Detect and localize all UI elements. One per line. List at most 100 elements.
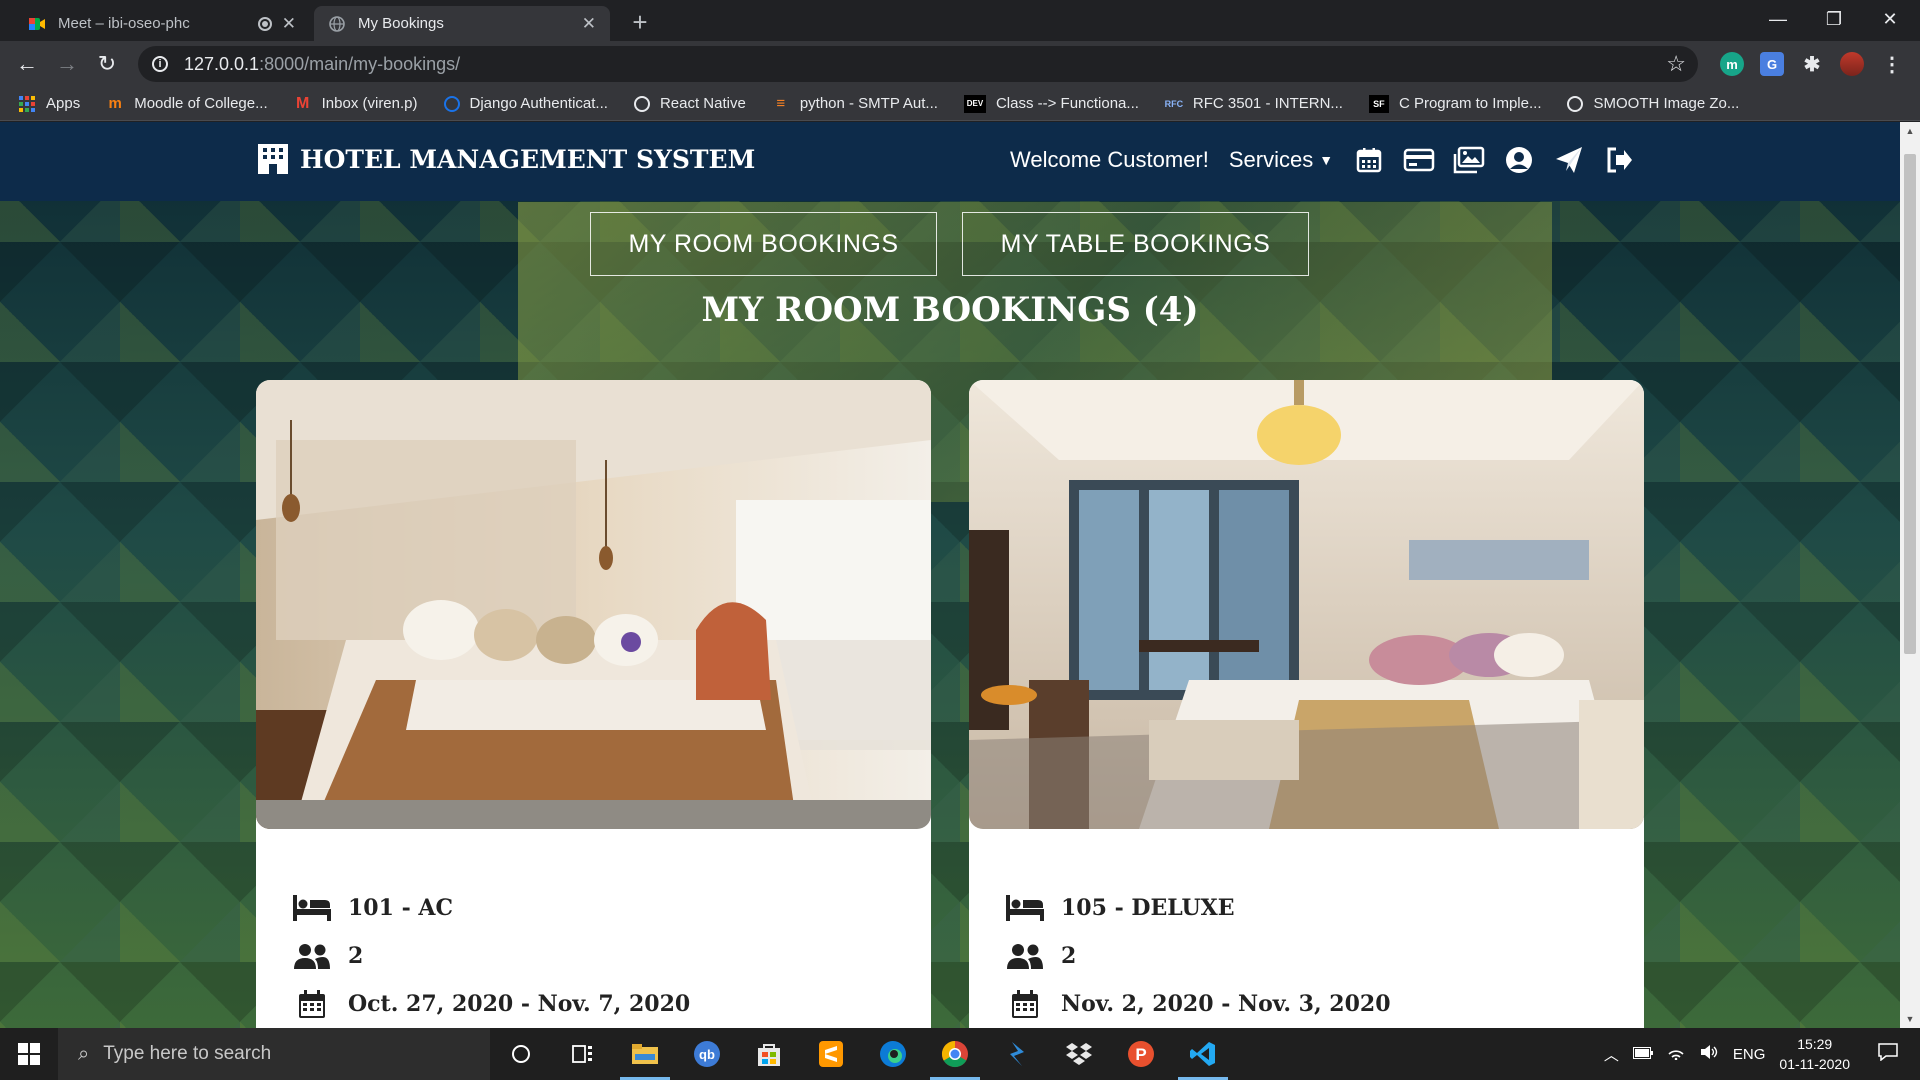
restore-button[interactable]: ❐ <box>1806 0 1862 38</box>
dropbox-icon[interactable] <box>1048 1028 1110 1080</box>
bookmark-smooth-image[interactable]: SMOOTH Image Zo... <box>1567 95 1739 112</box>
booking-dates: Nov. 2, 2020 - Nov. 3, 2020 <box>1061 991 1391 1017</box>
bed-icon <box>1005 892 1045 924</box>
dev-icon: DEV <box>963 94 986 113</box>
page-title: MY ROOM BOOKINGS (4) <box>701 290 1199 330</box>
url-host: 127.0.0.1 <box>184 53 260 74</box>
nav-right: Welcome Customer! Services ▼ <box>1010 144 1653 176</box>
start-button[interactable] <box>0 1028 58 1080</box>
file-explorer-icon[interactable] <box>614 1028 676 1080</box>
rfc-icon: RFC <box>1164 98 1184 109</box>
qbittorrent-icon[interactable]: qb <box>676 1028 738 1080</box>
scroll-down-arrow[interactable]: ▼ <box>1900 1010 1920 1028</box>
bookmarks-bar: Apps m Moodle of College... M Inbox (vir… <box>0 87 1920 121</box>
user-circle-icon[interactable] <box>1503 144 1535 176</box>
windows-taskbar: ⌕ Type here to search qb P ︿ ENG 15:29 0… <box>0 1028 1920 1080</box>
new-tab-button[interactable]: + <box>624 6 656 38</box>
battery-icon[interactable] <box>1632 1046 1653 1063</box>
room-info: 101 - AC <box>292 892 453 924</box>
task-view-icon[interactable] <box>552 1028 614 1080</box>
extensions-puzzle-icon[interactable]: ✱ <box>1800 52 1824 76</box>
dates-info: Nov. 2, 2020 - Nov. 3, 2020 <box>1005 988 1391 1020</box>
edge-icon[interactable] <box>862 1028 924 1080</box>
postman-icon[interactable]: P <box>1110 1028 1172 1080</box>
taskbar-search[interactable]: ⌕ Type here to search <box>58 1028 490 1080</box>
site-navbar: HOTEL MANAGEMENT SYSTEM Welcome Customer… <box>0 122 1900 201</box>
reload-button[interactable]: ↻ <box>92 49 122 79</box>
gmail-icon: M <box>295 94 310 112</box>
bookmark-moodle[interactable]: m Moodle of College... <box>106 95 268 113</box>
bookmark-label: RFC 3501 - INTERN... <box>1192 95 1343 112</box>
room-photo <box>969 380 1644 829</box>
my-table-bookings-button[interactable]: MY TABLE BOOKINGS <box>962 212 1309 276</box>
clock-date: 01-11-2020 <box>1779 1056 1850 1072</box>
scroll-up-arrow[interactable]: ▲ <box>1900 122 1920 140</box>
bookmark-python-smtp[interactable]: ≡ python - SMTP Aut... <box>772 95 938 113</box>
sign-out-icon[interactable] <box>1603 144 1635 176</box>
notification-icon[interactable] <box>1878 1043 1898 1065</box>
volume-icon[interactable] <box>1699 1044 1719 1064</box>
minimize-button[interactable]: — <box>1750 0 1806 38</box>
booking-dates: Oct. 27, 2020 - Nov. 7, 2020 <box>348 991 691 1017</box>
search-icon: ⌕ <box>78 1042 90 1065</box>
guests-info: 2 <box>292 940 363 972</box>
calendar-icon[interactable] <box>1353 144 1385 176</box>
calendar-icon <box>292 988 332 1020</box>
bookmark-star-icon[interactable]: ☆ <box>1666 51 1686 77</box>
cortana-icon[interactable] <box>490 1028 552 1080</box>
globe-icon <box>1567 95 1584 112</box>
sublime-text-icon[interactable] <box>800 1028 862 1080</box>
my-room-bookings-button[interactable]: MY ROOM BOOKINGS <box>590 212 937 276</box>
browser-tab-strip: Meet – ibi-oseo-phc ✕ My Bookings ✕ + — … <box>0 0 1920 41</box>
bookmark-rfc3501[interactable]: RFC RFC 3501 - INTERN... <box>1165 95 1343 113</box>
language-indicator[interactable]: ENG <box>1733 1046 1766 1063</box>
store-icon[interactable] <box>738 1028 800 1080</box>
google-meet-icon <box>29 17 45 30</box>
close-tab-icon[interactable]: ✕ <box>582 14 596 34</box>
guests-info: 2 <box>1005 940 1076 972</box>
wifi-icon[interactable] <box>1667 1044 1685 1064</box>
guest-count: 2 <box>348 943 364 969</box>
paper-plane-icon[interactable] <box>1553 144 1585 176</box>
forward-button[interactable]: → <box>52 49 82 79</box>
bookmark-inbox[interactable]: M Inbox (viren.p) <box>294 95 418 113</box>
site-info-icon[interactable]: i <box>152 56 168 72</box>
close-window-button[interactable]: ✕ <box>1862 0 1918 38</box>
tab-title: My Bookings <box>358 15 444 32</box>
bookmark-label: Apps <box>46 95 81 112</box>
bookmark-label: Django Authenticat... <box>469 95 608 112</box>
windows-logo-icon <box>18 1043 40 1065</box>
extension-m-icon[interactable]: m <box>1720 52 1744 76</box>
system-tray: ︿ ENG 15:29 01-11-2020 <box>1604 1028 1920 1080</box>
scrollbar-thumb[interactable] <box>1904 154 1916 654</box>
credit-card-icon[interactable] <box>1403 144 1435 176</box>
services-label: Services <box>1228 147 1314 172</box>
gallery-icon[interactable] <box>1453 144 1485 176</box>
google-translate-icon[interactable]: G <box>1760 52 1784 76</box>
bookmark-class-functional[interactable]: DEV Class --> Functiona... <box>963 94 1139 113</box>
system-clock[interactable]: 15:29 01-11-2020 <box>1779 1034 1850 1074</box>
bookmark-label: C Program to Imple... <box>1398 95 1542 112</box>
bookmark-c-program[interactable]: SF C Program to Imple... <box>1368 94 1542 113</box>
back-button[interactable]: ← <box>12 49 42 79</box>
azure-data-studio-icon[interactable] <box>986 1028 1048 1080</box>
booking-card: 105 - DELUXE 2 Nov. 2, 2020 - Nov. 3, 20… <box>969 380 1644 1028</box>
bookmark-react-native[interactable]: React Native <box>633 95 746 112</box>
bookmark-apps[interactable]: Apps <box>18 95 80 113</box>
browser-menu-icon[interactable]: ⋮ <box>1880 52 1904 76</box>
room-name: 101 - AC <box>348 895 453 921</box>
bookmark-django[interactable]: Django Authenticat... <box>443 95 608 112</box>
site-brand[interactable]: HOTEL MANAGEMENT SYSTEM <box>256 142 755 176</box>
page-scrollbar[interactable]: ▲ ▼ <box>1900 122 1920 1028</box>
tab-my-bookings[interactable]: My Bookings ✕ <box>314 6 610 41</box>
tab-meet[interactable]: Meet – ibi-oseo-phc ✕ <box>14 6 310 41</box>
guest-count: 2 <box>1061 943 1077 969</box>
chrome-icon[interactable] <box>924 1028 986 1080</box>
profile-avatar[interactable] <box>1840 52 1864 76</box>
globe-icon <box>329 15 345 32</box>
address-bar[interactable]: i 127.0.0.1:8000/main/my-bookings/ ☆ <box>138 46 1698 82</box>
vscode-icon[interactable] <box>1172 1028 1234 1080</box>
services-dropdown[interactable]: Services ▼ <box>1229 147 1333 173</box>
close-tab-icon[interactable]: ✕ <box>282 14 296 34</box>
chevron-up-icon[interactable]: ︿ <box>1604 1044 1619 1065</box>
